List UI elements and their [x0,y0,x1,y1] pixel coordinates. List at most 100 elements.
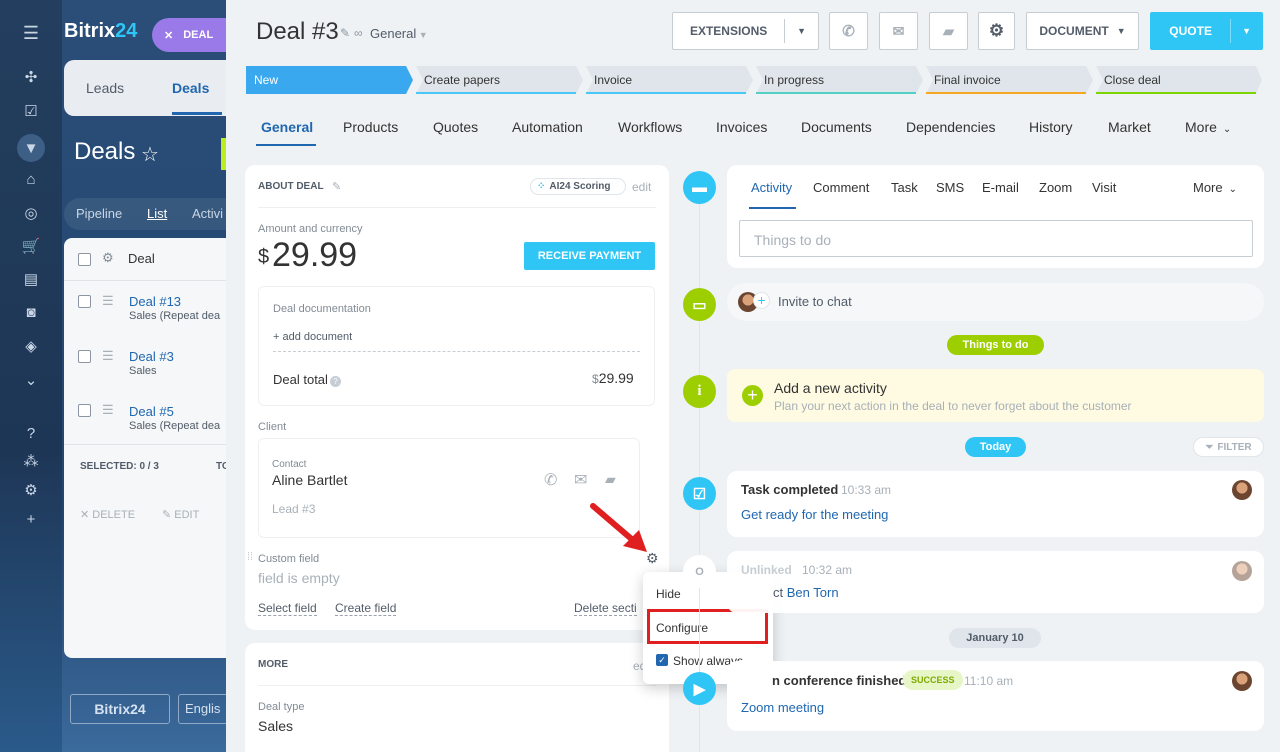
plus-icon[interactable]: + [742,385,763,406]
drag-icon[interactable]: ☰ [102,348,114,364]
add-user-icon[interactable]: + [753,292,770,309]
tab-products[interactable]: Products [343,119,398,135]
ai-scoring-badge[interactable]: ⁘ AI24 Scoring [530,178,626,195]
tl-tab-email[interactable]: E-mail [982,180,1019,195]
tl-tab-task[interactable]: Task [891,180,918,195]
chevron-down-icon[interactable]: ▼ [784,19,818,43]
help-icon[interactable]: ? [20,422,42,444]
drag-handle-icon[interactable]: ⁞⁞ [247,551,253,563]
pencil-icon[interactable]: ✎ [340,26,350,40]
tab-automation[interactable]: Automation [512,119,583,135]
chat-icon[interactable]: ▰ [605,471,616,488]
tasks-icon[interactable]: ☑ [20,100,42,122]
close-icon[interactable]: ✕ [164,29,173,42]
bg-view-list[interactable]: List [147,206,167,221]
zoom-link[interactable]: Zoom meeting [741,700,824,715]
task-title: Task completed [741,482,839,497]
delete-section-link[interactable]: Delete secti [574,601,637,616]
checkbox[interactable] [78,350,91,363]
help-icon[interactable]: ? [329,376,341,387]
crm-icon[interactable]: ▼ [17,134,45,162]
tl-tab-activity[interactable]: Activity [751,180,792,195]
link-icon[interactable]: ∞ [354,26,363,40]
contact-card-icon[interactable]: ▤ [20,268,42,290]
filter-button[interactable]: ⏷ FILTER [1193,437,1264,457]
phone-icon[interactable]: ✆ [544,470,557,490]
bg-tab-leads[interactable]: Leads [86,80,124,96]
star-icon[interactable]: ☆ [141,142,159,167]
tab-invoices[interactable]: Invoices [716,119,767,135]
robot-icon[interactable]: ◙ [20,301,42,323]
bg-edit[interactable]: ✎ EDIT [162,508,199,521]
chat-icon[interactable]: ▰ [929,12,968,50]
add-document-link[interactable]: + add document [273,331,352,343]
bg-delete[interactable]: ✕ DELETE [80,508,135,521]
today-pill: Today [965,437,1026,457]
task-done-icon: ☑ [683,477,716,510]
cart-icon[interactable]: 🛒 [20,235,42,257]
divider [64,444,244,445]
show-always-checkbox[interactable]: ✓ [656,654,668,666]
create-field-link[interactable]: Create field [335,601,397,616]
gear-icon[interactable]: ⚙ [978,12,1015,50]
tl-tab-more[interactable]: More ⌄ [1193,180,1237,195]
tab-general[interactable]: General [261,119,313,135]
phone-icon[interactable]: ✆ [829,12,868,50]
gear-icon[interactable]: ⚙ [20,479,42,501]
bg-deal-sub: Sales (Repeat dea [129,420,221,432]
tab-dependencies[interactable]: Dependencies [906,119,996,135]
pencil-icon[interactable]: ✎ [332,180,341,193]
tab-market[interactable]: Market [1108,119,1151,135]
tab-history[interactable]: History [1029,119,1073,135]
contact-name[interactable]: Aline Bartlet [272,472,347,488]
bg-deal-link[interactable]: Deal #13 [129,294,181,309]
things-to-do-input[interactable]: Things to do [739,220,1253,257]
plus-icon[interactable]: + [20,508,42,530]
category-selector[interactable]: General ▼ [370,26,428,41]
quote-button[interactable]: QUOTE ▼ [1150,12,1263,50]
structure-icon[interactable]: ⁂ [20,450,42,472]
document-button[interactable]: DOCUMENT ▼ [1026,12,1139,50]
dashboard-icon[interactable]: ✣ [20,66,42,88]
bg-view-activity[interactable]: Activi [192,206,223,221]
target-icon[interactable]: ◎ [20,202,42,224]
extensions-button[interactable]: EXTENSIONS ▼ [672,12,819,50]
edit-link[interactable]: edit [632,180,651,194]
chevron-down-icon[interactable]: ▼ [1230,19,1262,43]
lead-link[interactable]: Lead #3 [272,502,315,516]
tl-tab-comment[interactable]: Comment [813,180,869,195]
menu-item-configure[interactable]: Configure [656,621,708,635]
drag-icon[interactable]: ☰ [102,293,114,309]
mail-icon[interactable]: ✉ [574,470,587,490]
tl-tab-visit[interactable]: Visit [1092,180,1116,195]
tl-tab-sms[interactable]: SMS [936,180,964,195]
chevron-down-icon[interactable]: ⌄ [20,369,42,391]
bank-icon[interactable]: ⌂ [20,168,42,190]
task-link[interactable]: Get ready for the meeting [741,507,888,522]
tab-more[interactable]: More ⌄ [1185,119,1231,135]
bg-tab-deals[interactable]: Deals [172,80,209,96]
bg-footer-logo[interactable]: Bitrix24 [70,694,170,724]
bg-deal-link[interactable]: Deal #3 [129,349,174,364]
menu-item-hide[interactable]: Hide [656,587,681,601]
invite-to-chat[interactable]: Invite to chat [778,294,852,309]
tab-quotes[interactable]: Quotes [433,119,478,135]
receive-payment-button[interactable]: RECEIVE PAYMENT [524,242,655,270]
drag-icon[interactable]: ☰ [102,402,114,418]
custom-field-label: Custom field [258,553,320,565]
box-icon[interactable]: ◈ [20,335,42,357]
select-field-link[interactable]: Select field [258,601,317,616]
checkbox[interactable] [78,253,91,266]
divider [64,280,244,281]
bg-view-pipeline[interactable]: Pipeline [76,206,122,221]
bg-footer-lang[interactable]: Englis [178,694,228,724]
menu-icon[interactable]: ☰ [20,22,42,44]
tab-documents[interactable]: Documents [801,119,872,135]
tab-workflows[interactable]: Workflows [618,119,682,135]
checkbox[interactable] [78,404,91,417]
checkbox[interactable] [78,295,91,308]
bg-deal-link[interactable]: Deal #5 [129,404,174,419]
tl-tab-zoom[interactable]: Zoom [1039,180,1072,195]
mail-icon[interactable]: ✉ [879,12,918,50]
gear-icon[interactable]: ⚙ [102,250,114,266]
